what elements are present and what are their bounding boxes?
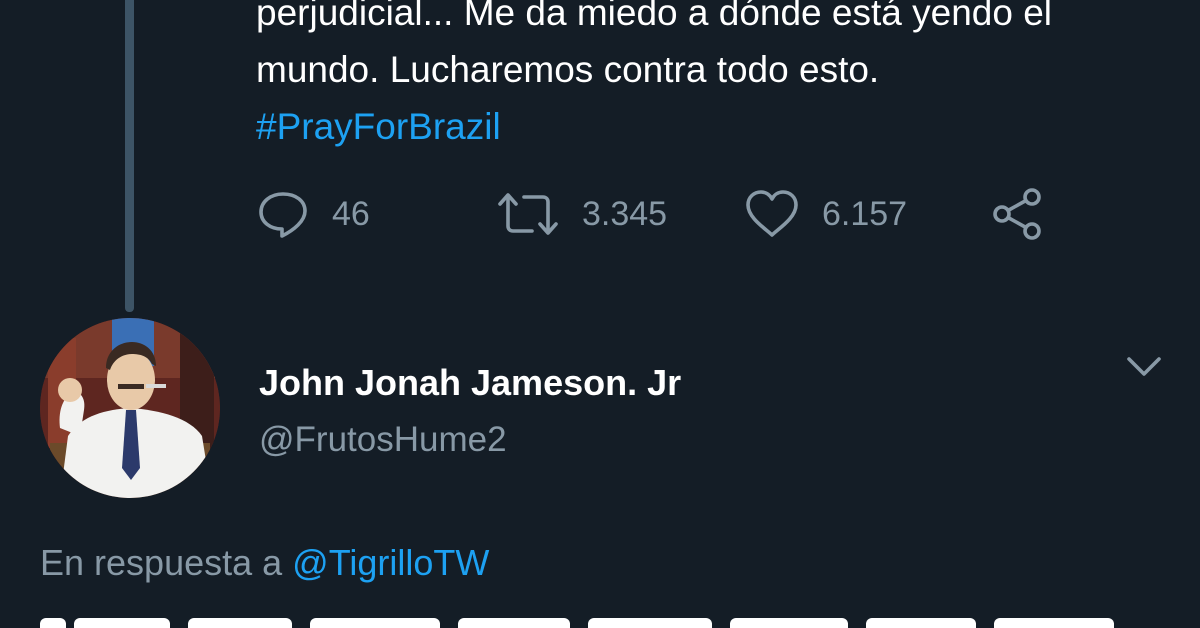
avatar-cartoon-image xyxy=(40,318,220,498)
tweet-text-line: perjudicial... Me da miedo a dónde está … xyxy=(256,0,1053,33)
reply-prefix-label: En respuesta a xyxy=(40,542,283,583)
like-count: 6.157 xyxy=(822,194,908,233)
tweet-body: perjudicial... Me da miedo a dónde está … xyxy=(256,0,1176,155)
retweet-icon xyxy=(496,189,560,239)
tweet-thread-screen: perjudicial... Me da miedo a dónde está … xyxy=(0,0,1200,628)
retweet-button[interactable]: 3.345 xyxy=(496,186,667,242)
avatar[interactable] xyxy=(40,318,220,498)
hashtag-link[interactable]: #PrayForBrazil xyxy=(256,98,1176,155)
retweet-count: 3.345 xyxy=(582,194,668,233)
like-button[interactable]: 6.157 xyxy=(744,186,907,242)
chevron-down-icon xyxy=(1124,357,1164,390)
share-button[interactable] xyxy=(990,186,1044,242)
display-name[interactable]: John Jonah Jameson. Jr xyxy=(259,362,681,404)
truncated-reply-text xyxy=(40,606,1160,628)
speech-bubble-icon xyxy=(256,189,310,239)
reply-mention-link[interactable]: @TigrilloTW xyxy=(292,542,489,583)
reply-button[interactable]: 46 xyxy=(256,186,370,242)
tweet-action-bar: 46 3.345 6.157 xyxy=(256,186,1056,242)
share-icon xyxy=(990,187,1044,241)
reply-context: En respuesta a @TigrilloTW xyxy=(40,542,489,584)
reply-count: 46 xyxy=(332,194,370,233)
tweet-text-line: mundo. Lucharemos contra todo esto. xyxy=(256,49,880,90)
user-handle[interactable]: @FrutosHume2 xyxy=(259,420,507,460)
thread-connector-line xyxy=(125,0,134,312)
tweet-menu-button[interactable] xyxy=(1124,350,1164,386)
heart-icon xyxy=(744,189,800,239)
